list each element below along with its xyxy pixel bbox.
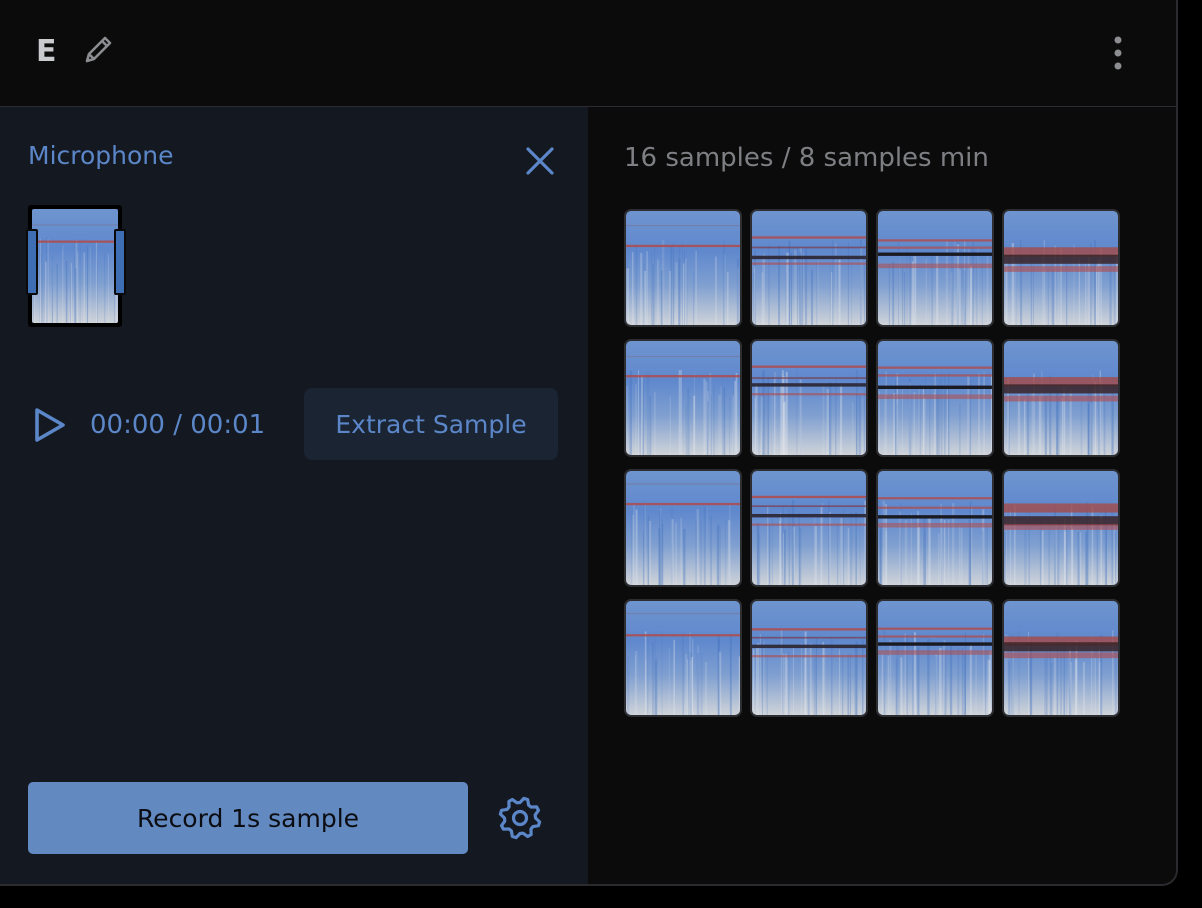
sample-thumbnail[interactable]: [876, 209, 994, 327]
sample-thumbnail[interactable]: [1002, 469, 1120, 587]
training-class-card: E Microphone 00:00 / 00:01 Extract Sampl…: [0, 0, 1178, 886]
class-name[interactable]: E: [36, 34, 57, 70]
record-sample-button[interactable]: Record 1s sample: [28, 782, 468, 854]
recorder-panel: Microphone 00:00 / 00:01 Extract Sample …: [0, 107, 588, 884]
play-icon[interactable]: [32, 405, 68, 445]
extract-sample-button[interactable]: Extract Sample: [304, 388, 558, 460]
pencil-icon[interactable]: [78, 30, 118, 70]
current-time: 00:00: [90, 410, 165, 440]
samples-grid: [624, 209, 1122, 717]
sample-thumbnail[interactable]: [750, 599, 868, 717]
sample-thumbnail[interactable]: [876, 339, 994, 457]
sample-thumbnail[interactable]: [624, 209, 742, 327]
sample-thumbnail[interactable]: [750, 469, 868, 587]
samples-panel: 16 samples / 8 samples min: [588, 107, 1176, 884]
sample-thumbnail[interactable]: [1002, 599, 1120, 717]
sample-thumbnail[interactable]: [876, 599, 994, 717]
trim-end-handle[interactable]: [114, 229, 126, 295]
playback-time: 00:00 / 00:01: [90, 407, 265, 443]
microphone-label: Microphone: [28, 141, 174, 170]
sample-thumbnail[interactable]: [876, 469, 994, 587]
recording-spectrogram: [32, 209, 118, 323]
gear-icon[interactable]: [496, 794, 544, 842]
close-icon[interactable]: [520, 141, 560, 181]
recording-preview: [26, 205, 126, 327]
sample-thumbnail[interactable]: [624, 469, 742, 587]
samples-count: 16 samples / 8 samples min: [624, 143, 989, 173]
duration: 00:01: [190, 410, 266, 440]
class-header: E: [0, 0, 1176, 107]
sample-thumbnail[interactable]: [750, 209, 868, 327]
sample-thumbnail[interactable]: [1002, 209, 1120, 327]
sample-thumbnail[interactable]: [1002, 339, 1120, 457]
time-separator: /: [173, 410, 182, 440]
sample-thumbnail[interactable]: [624, 599, 742, 717]
sample-thumbnail[interactable]: [624, 339, 742, 457]
more-vertical-icon[interactable]: [1100, 34, 1136, 74]
sample-thumbnail[interactable]: [750, 339, 868, 457]
trim-start-handle[interactable]: [26, 229, 38, 295]
